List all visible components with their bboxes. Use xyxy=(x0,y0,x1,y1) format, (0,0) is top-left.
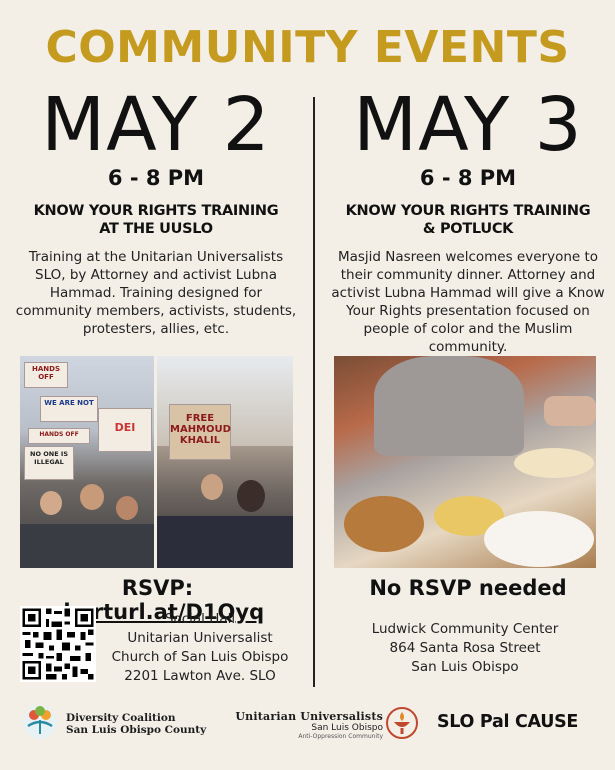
event-title-line1: KNOW YOUR RIGHTS TRAINING xyxy=(345,203,591,219)
event-title: KNOW YOUR RIGHTS TRAINING & POTLUCK xyxy=(318,202,615,238)
protester-face xyxy=(80,484,104,510)
org-line: San Luis Obispo xyxy=(311,723,383,733)
protester-face xyxy=(116,496,138,520)
event-date: MAY 2 xyxy=(41,82,271,168)
event-description: Training at the Unitarian Universalists … xyxy=(15,249,297,337)
org-line: Unitarian Universalists xyxy=(235,710,383,723)
protest-sign: FREE MAHMOUD KHALIL xyxy=(169,404,231,460)
venue-line: Church of San Luis Obispo xyxy=(111,649,289,665)
bread-basket xyxy=(344,496,424,552)
diversity-coalition-name: Diversity Coalition San Luis Obispo Coun… xyxy=(66,712,206,736)
venue-line: San Luis Obispo xyxy=(411,659,519,675)
protest-photo-signs: HANDS OFF WE ARE NOT HANDS OFF NO ONE IS… xyxy=(20,356,154,568)
protester-face xyxy=(40,491,62,515)
protest-photo-free-khalil: FREE MAHMOUD KHALIL xyxy=(157,356,293,568)
sponsor-logos: Diversity Coalition San Luis Obispo Coun… xyxy=(0,700,615,754)
event-time: 6 - 8 PM xyxy=(419,166,517,190)
protest-sign: HANDS OFF xyxy=(28,428,90,444)
protest-sign: HANDS OFF xyxy=(24,362,68,388)
protest-sign: WE ARE NOT xyxy=(40,396,98,422)
event-title-line1: KNOW YOUR RIGHTS TRAINING xyxy=(33,203,279,219)
chalice-logo-icon xyxy=(386,707,418,739)
org-line: San Luis Obispo County xyxy=(66,724,207,736)
protester-face xyxy=(201,474,223,500)
venue-line: 864 Santa Rosa Street xyxy=(389,640,541,656)
crowd xyxy=(157,516,293,568)
hand xyxy=(544,396,596,426)
protest-sign: DEI xyxy=(98,408,152,452)
crowd xyxy=(20,524,154,568)
venue-line: Unitarian Universalist xyxy=(127,630,273,646)
uu-name: Unitarian Universalists San Luis Obispo … xyxy=(218,710,383,740)
event-description: Masjid Nasreen welcomes everyone to thei… xyxy=(331,249,605,355)
org-line: Diversity Coalition xyxy=(66,712,176,724)
venue-address: Social Hall Unitarian Universalist Churc… xyxy=(100,610,300,686)
potluck-photo xyxy=(334,356,596,568)
serving-bowl xyxy=(484,511,594,567)
event-title-line2: & POTLUCK xyxy=(422,221,514,237)
protest-sign: NO ONE IS ILLEGAL xyxy=(24,446,74,480)
rsvp-label: RSVP: xyxy=(121,576,194,600)
event-title: KNOW YOUR RIGHTS TRAINING AT THE UUSLO xyxy=(6,202,306,238)
venue-address: Ludwick Community Center 864 Santa Rosa … xyxy=(330,620,600,677)
diversity-coalition-logo-icon xyxy=(23,705,57,739)
event-may-3: MAY 3 6 - 8 PM KNOW YOUR RIGHTS TRAINING… xyxy=(318,84,615,356)
slo-pal-cause: SLO Pal CAUSE xyxy=(437,712,579,732)
page-title: COMMUNITY EVENTS xyxy=(45,22,570,73)
center-divider xyxy=(313,97,315,687)
event-may-2: MAY 2 6 - 8 PM KNOW YOUR RIGHTS TRAINING… xyxy=(6,84,306,338)
venue-line: Social Hall xyxy=(164,611,236,627)
event-date: MAY 3 xyxy=(353,82,583,168)
plate xyxy=(514,448,594,478)
event-time: 6 - 8 PM xyxy=(107,166,205,190)
venue-line: Ludwick Community Center xyxy=(371,621,559,637)
event-title-line2: AT THE UUSLO xyxy=(99,221,213,237)
person xyxy=(374,356,524,456)
protester-hijab xyxy=(237,480,265,512)
org-line: Anti-Oppression Community xyxy=(298,733,383,740)
qr-code[interactable] xyxy=(20,606,96,682)
no-rsvp-text: No RSVP needed xyxy=(369,576,567,600)
venue-line: 2201 Lawton Ave. SLO xyxy=(124,668,276,684)
